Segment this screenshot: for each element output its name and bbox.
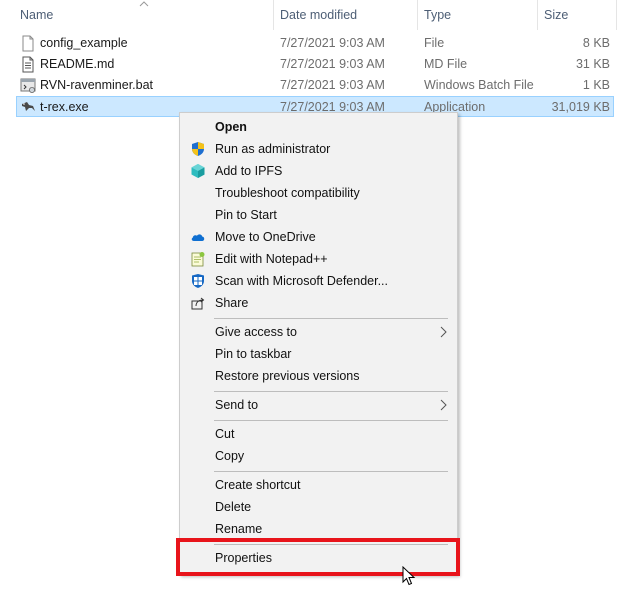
menu-item-label: Rename: [215, 522, 263, 536]
column-type[interactable]: Type: [418, 0, 536, 30]
menu-item-troubleshoot[interactable]: Troubleshoot compatibility: [180, 182, 457, 204]
column-size[interactable]: Size: [538, 0, 616, 30]
menu-item-create-shortcut[interactable]: Create shortcut: [180, 474, 457, 496]
uac-shield-icon: [192, 142, 204, 156]
menu-item-label: Move to OneDrive: [215, 230, 316, 244]
menu-item-label: Delete: [215, 500, 252, 514]
file-date: 7/27/2021 9:03 AM: [280, 78, 385, 92]
text-file-icon: [22, 56, 34, 73]
file-row[interactable]: config_example 7/27/2021 9:03 AM File 8 …: [16, 33, 614, 54]
menu-separator: [214, 391, 448, 392]
context-menu: Open Run as administrator Add to IPFS Tr…: [179, 112, 458, 575]
share-icon: [191, 297, 205, 310]
column-date-modified[interactable]: Date modified: [274, 0, 416, 30]
chevron-right-icon: [440, 326, 447, 338]
onedrive-cloud-icon: [191, 234, 205, 241]
file-name: config_example: [40, 36, 128, 50]
menu-item-share[interactable]: Share: [180, 292, 457, 314]
blank-file-icon: [22, 35, 34, 52]
menu-item-move-to-onedrive[interactable]: Move to OneDrive: [180, 226, 457, 248]
ipfs-cube-icon: [191, 164, 205, 178]
column-header: Name Date modified Type Size: [0, 0, 631, 30]
sort-ascending-icon: [139, 1, 149, 7]
menu-item-copy[interactable]: Copy: [180, 445, 457, 467]
notepad-plus-plus-icon: [191, 252, 205, 267]
menu-item-label: Create shortcut: [215, 478, 301, 492]
file-date: 7/27/2021 9:03 AM: [280, 36, 385, 50]
file-row[interactable]: README.md 7/27/2021 9:03 AM MD File 31 K…: [16, 54, 614, 75]
defender-shield-icon: [192, 274, 204, 288]
menu-item-label: Scan with Microsoft Defender...: [215, 274, 388, 288]
menu-item-label: Pin to Start: [215, 208, 277, 222]
file-row[interactable]: RVN-ravenminer.bat 7/27/2021 9:03 AM Win…: [16, 75, 614, 96]
menu-item-restore-versions[interactable]: Restore previous versions: [180, 365, 457, 387]
menu-item-pin-to-start[interactable]: Pin to Start: [180, 204, 457, 226]
menu-item-label: Open: [215, 120, 247, 134]
file-type: MD File: [424, 57, 468, 71]
menu-item-label: Give access to: [215, 325, 297, 339]
file-size: 8 KB: [582, 36, 610, 50]
menu-item-label: Add to IPFS: [215, 164, 283, 178]
file-name: README.md: [40, 57, 115, 71]
file-name: RVN-ravenminer.bat: [40, 78, 154, 92]
file-name: t-rex.exe: [40, 100, 89, 114]
file-size: 1 KB: [582, 78, 610, 92]
menu-item-add-to-ipfs[interactable]: Add to IPFS: [180, 160, 457, 182]
menu-item-edit-notepad[interactable]: Edit with Notepad++: [180, 248, 457, 270]
properties-highlight-box: [176, 538, 460, 576]
file-size: 31 KB: [575, 57, 610, 71]
menu-item-pin-taskbar[interactable]: Pin to taskbar: [180, 343, 457, 365]
menu-item-give-access[interactable]: Give access to: [180, 321, 457, 343]
file-type: File: [424, 36, 445, 50]
menu-item-label: Share: [215, 296, 249, 310]
file-date: 7/27/2021 9:03 AM: [280, 57, 385, 71]
menu-item-label: Pin to taskbar: [215, 347, 292, 361]
menu-item-delete[interactable]: Delete: [180, 496, 457, 518]
menu-item-label: Restore previous versions: [215, 369, 360, 383]
trex-app-icon: [22, 102, 35, 111]
menu-separator: [214, 471, 448, 472]
batch-file-icon: [20, 78, 36, 93]
menu-item-send-to[interactable]: Send to: [180, 394, 457, 416]
menu-item-label: Send to: [215, 398, 259, 412]
menu-item-label: Run as administrator: [215, 142, 331, 156]
menu-item-cut[interactable]: Cut: [180, 423, 457, 445]
chevron-right-icon: [440, 399, 447, 411]
menu-item-open[interactable]: Open: [180, 116, 457, 138]
file-type: Windows Batch File: [424, 78, 534, 92]
menu-item-label: Edit with Notepad++: [215, 252, 328, 266]
mouse-pointer-icon: [402, 566, 416, 586]
menu-item-label: Cut: [215, 427, 235, 441]
file-size: 31,019 KB: [551, 100, 610, 114]
menu-item-label: Copy: [215, 449, 245, 463]
menu-item-label: Troubleshoot compatibility: [215, 186, 360, 200]
menu-item-scan-defender[interactable]: Scan with Microsoft Defender...: [180, 270, 457, 292]
menu-separator: [214, 318, 448, 319]
menu-separator: [214, 420, 448, 421]
menu-item-rename[interactable]: Rename: [180, 518, 457, 540]
column-divider[interactable]: [616, 0, 617, 30]
menu-item-run-as-admin[interactable]: Run as administrator: [180, 138, 457, 160]
